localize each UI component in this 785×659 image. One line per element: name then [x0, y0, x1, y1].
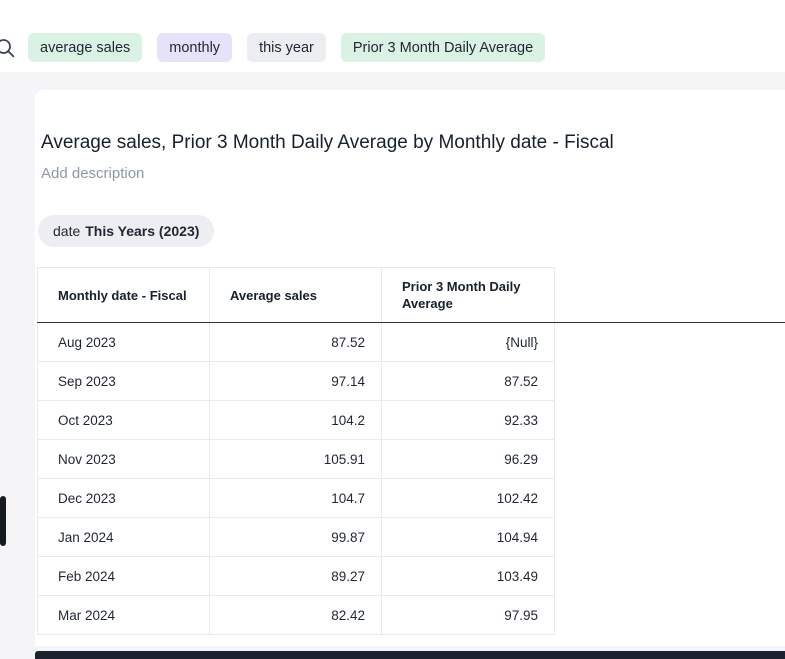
table-header-row: Monthly date - Fiscal Average sales Prio…: [37, 267, 785, 323]
search-token-daterange[interactable]: this year: [247, 33, 326, 62]
search-token-formula[interactable]: Prior 3 Month Daily Average: [341, 33, 545, 62]
cell-prior: 103.49: [382, 557, 555, 596]
cell-date: Mar 2024: [37, 596, 210, 635]
cell-avg: 99.87: [210, 518, 382, 557]
search-icon: [0, 33, 16, 62]
answer-title: Average sales, Prior 3 Month Daily Avera…: [41, 130, 765, 156]
cell-empty: [555, 518, 785, 557]
column-header-avg[interactable]: Average sales: [210, 267, 382, 322]
cell-prior: {Null}: [382, 323, 555, 362]
table-row[interactable]: Nov 2023 105.91 96.29: [37, 440, 785, 479]
cell-empty: [555, 596, 785, 635]
table-row[interactable]: Mar 2024 82.42 97.95: [37, 596, 785, 635]
table-row[interactable]: Oct 2023 104.2 92.33: [37, 401, 785, 440]
table-row[interactable]: Dec 2023 104.7 102.42: [37, 479, 785, 518]
table-row[interactable]: Aug 2023 87.52 {Null}: [37, 323, 785, 362]
filter-prefix: date: [53, 223, 80, 239]
search-bar[interactable]: average sales monthly this year Prior 3 …: [0, 0, 785, 72]
answer-card: Average sales, Prior 3 Month Daily Avera…: [35, 90, 785, 646]
cell-prior: 102.42: [382, 479, 555, 518]
search-token-measure[interactable]: average sales: [28, 33, 142, 62]
cell-empty: [555, 557, 785, 596]
cell-avg: 104.2: [210, 401, 382, 440]
cell-avg: 82.42: [210, 596, 382, 635]
filter-value: This Years (2023): [85, 223, 199, 239]
cell-date: Dec 2023: [37, 479, 210, 518]
cell-date: Sep 2023: [37, 362, 210, 401]
results-table: Monthly date - Fiscal Average sales Prio…: [37, 267, 785, 635]
cell-prior: 97.95: [382, 596, 555, 635]
cell-date: Nov 2023: [37, 440, 210, 479]
cell-date: Feb 2024: [37, 557, 210, 596]
cell-avg: 89.27: [210, 557, 382, 596]
cell-avg: 97.14: [210, 362, 382, 401]
table-body: Aug 2023 87.52 {Null} Sep 2023 97.14 87.…: [37, 323, 785, 635]
cell-empty: [555, 362, 785, 401]
cell-date: Aug 2023: [37, 323, 210, 362]
column-header-date[interactable]: Monthly date - Fiscal: [37, 267, 210, 322]
cell-prior: 87.52: [382, 362, 555, 401]
cell-avg: 87.52: [210, 323, 382, 362]
cell-avg: 105.91: [210, 440, 382, 479]
search-token-period[interactable]: monthly: [157, 33, 232, 62]
cell-date: Oct 2023: [37, 401, 210, 440]
column-header-prior[interactable]: Prior 3 Month Daily Average: [382, 267, 555, 322]
cell-prior: 92.33: [382, 401, 555, 440]
cell-avg: 104.7: [210, 479, 382, 518]
cell-prior: 104.94: [382, 518, 555, 557]
table-row[interactable]: Feb 2024 89.27 103.49: [37, 557, 785, 596]
date-filter-chip[interactable]: date This Years (2023): [38, 215, 214, 247]
table-row[interactable]: Sep 2023 97.14 87.52: [37, 362, 785, 401]
column-header-empty: [555, 267, 785, 322]
bottom-panel-edge: [35, 651, 785, 659]
cell-empty: [555, 323, 785, 362]
cell-empty: [555, 401, 785, 440]
search-token-list: average sales monthly this year Prior 3 …: [28, 33, 545, 62]
add-description-link[interactable]: Add description: [41, 165, 144, 182]
cell-empty: [555, 479, 785, 518]
cell-empty: [555, 440, 785, 479]
table-row[interactable]: Jan 2024 99.87 104.94: [37, 518, 785, 557]
cell-prior: 96.29: [382, 440, 555, 479]
left-scrollbar-thumb[interactable]: [0, 496, 6, 546]
cell-date: Jan 2024: [37, 518, 210, 557]
